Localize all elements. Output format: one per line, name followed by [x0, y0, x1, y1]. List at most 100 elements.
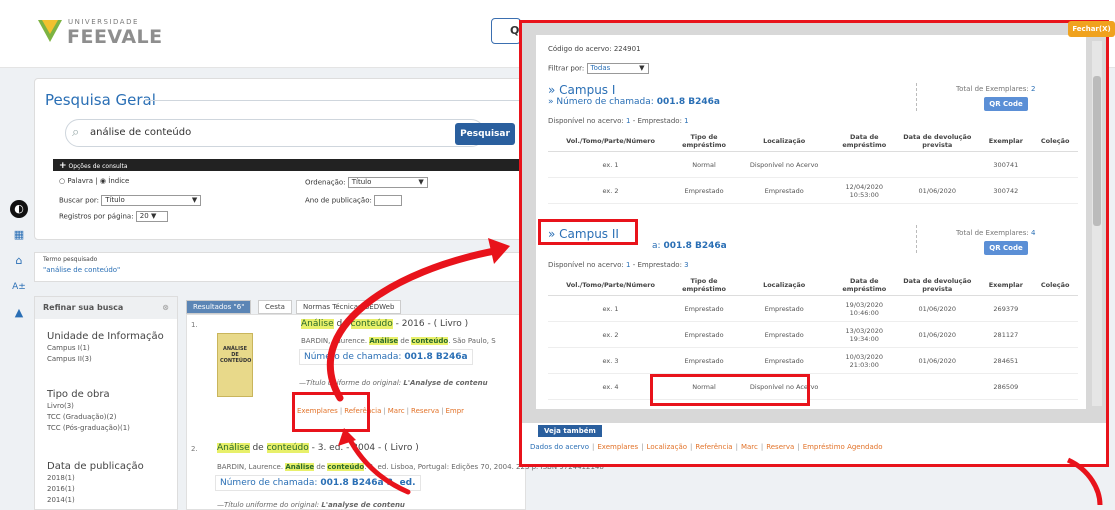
filter-select[interactable]: Todas ▼: [586, 63, 649, 74]
year-input[interactable]: [374, 195, 403, 206]
facet-item[interactable]: 2016(1): [47, 485, 144, 493]
order-select[interactable]: Título ▼: [347, 177, 428, 188]
home-icon[interactable]: ⌂: [10, 252, 28, 270]
cell: 12/04/2020 10:53:00: [833, 177, 896, 204]
result-title[interactable]: Análise de conteúdo - 3. ed. - 2004 - ( …: [217, 443, 419, 453]
cell: 01/06/2020: [895, 177, 980, 204]
font-size-icon[interactable]: A±: [10, 278, 28, 296]
qr-code-button[interactable]: QR Code: [984, 97, 1028, 111]
cell: ex. 2: [548, 321, 674, 348]
link-dados-acervo[interactable]: Dados do acervo: [530, 443, 589, 451]
search-by-row: Buscar por: Título ▼: [59, 195, 202, 206]
page-title: Pesquisa Geral: [45, 91, 156, 109]
back-to-top-icon[interactable]: ▲: [10, 304, 28, 322]
cell: [895, 373, 980, 400]
cell: 10/03/2020 21:03:00: [833, 347, 896, 374]
link-marc[interactable]: Marc: [741, 443, 758, 451]
facet-item[interactable]: TCC (Pós-graduação)(1): [47, 424, 130, 432]
title-highlight: conteúdo: [350, 319, 393, 329]
title-text: de: [333, 319, 351, 329]
tab-cesta[interactable]: Cesta: [258, 300, 292, 314]
exemplares-table-1: Vol./Tomo/Parte/Número Tipo de empréstim…: [548, 131, 1078, 204]
refine-title: Refinar sua busca: [43, 303, 124, 312]
campus-card-2: » Campus II a: 001.8 B246a Total de Exem…: [536, 221, 1086, 409]
per-page-value: 20: [139, 212, 149, 220]
close-icon[interactable]: ⊗: [162, 303, 169, 312]
title-divider: [145, 100, 525, 101]
loaned-value: 1: [684, 117, 689, 125]
facet-title: Unidade de Informação: [47, 331, 164, 342]
per-page-label: Registros por página:: [59, 212, 134, 221]
radio-index[interactable]: ◉: [100, 177, 106, 185]
search-by-select[interactable]: Título ▼: [101, 195, 202, 206]
scrollbar-thumb[interactable]: [1093, 76, 1101, 226]
link-marc[interactable]: Marc: [388, 407, 405, 415]
title-highlight: Análise: [301, 319, 334, 329]
cover-text: ANÁLISE DE CONTEÚDO: [220, 346, 252, 364]
call-value: 001.8 B246a: [656, 97, 721, 107]
plus-icon: +: [59, 161, 67, 171]
title-text: - 3. ed. - 2004 - ( Livro ): [308, 443, 419, 453]
facet-item[interactable]: Livro(3): [47, 402, 130, 410]
col-header: Coleção: [1032, 131, 1078, 152]
cell: ex. 1: [548, 151, 674, 178]
close-modal-button[interactable]: Fechar(X): [1068, 21, 1115, 37]
feevale-logo[interactable]: UNIVERSIDADE FEEVALE: [38, 16, 162, 50]
total-label: Total de Exemplares:: [956, 85, 1029, 93]
call-value: 001.8 B246a: [663, 241, 727, 251]
avail-value: 1: [626, 117, 631, 125]
col-header: Tipo de empréstimo: [673, 275, 736, 296]
search-input[interactable]: ⌕ análise de conteúdo: [65, 119, 485, 147]
veja-tambem-bar: Veja também Dados do acervo | Exemplares | L…: [522, 423, 1106, 464]
search-options-bar[interactable]: + Opções de consulta: [53, 159, 523, 171]
title-highlight: Análise: [217, 443, 250, 453]
col-header: Exemplar: [979, 131, 1033, 152]
link-exemplares[interactable]: Exemplares: [597, 443, 638, 451]
result-title[interactable]: Análise de conteúdo - 2016 - ( Livro ): [301, 319, 468, 329]
col-header: Vol./Tomo/Parte/Número: [548, 131, 674, 152]
book-cover[interactable]: ANÁLISE DE CONTEÚDO: [217, 333, 253, 397]
link-reserva[interactable]: Reserva: [411, 407, 439, 415]
library-icon[interactable]: ▦: [10, 226, 28, 244]
search-by-value: Título: [105, 196, 125, 204]
contrast-icon[interactable]: ◐: [10, 200, 28, 218]
title-highlight: conteúdo: [266, 443, 309, 453]
qr-code-button[interactable]: QR Code: [984, 241, 1028, 255]
cell: [833, 151, 896, 178]
uniform-label: Título uniforme do original:: [224, 501, 320, 509]
cell: Emprestado: [735, 295, 834, 322]
link-emprestimo[interactable]: Empr: [446, 407, 465, 415]
facet-item[interactable]: Campus II(3): [47, 355, 164, 363]
table-row: ex. 1 Normal Disponível no Acervo 300741: [548, 151, 1078, 178]
tab-results[interactable]: Resultados "6": [186, 300, 252, 314]
facet-item[interactable]: 2014(1): [47, 496, 144, 504]
facet-item[interactable]: TCC (Graduação)(2): [47, 413, 130, 421]
cell: [1032, 151, 1078, 178]
header-search-button[interactable]: Q: [491, 18, 521, 44]
filter-label: Filtrar por:: [548, 64, 585, 73]
cell: Emprestado: [673, 295, 736, 322]
modal-scrollbar[interactable]: [1092, 41, 1102, 406]
availability: Disponível no acervo: 1 - Emprestado: 1: [548, 117, 689, 125]
facet-unidade: Unidade de Informação Campus I(1) Campus…: [47, 331, 164, 363]
call-label: Número de chamada:: [304, 352, 402, 362]
radio-word[interactable]: ○: [59, 177, 65, 185]
link-emprestimo-agendado[interactable]: Empréstimo Agendado: [803, 443, 883, 451]
acervo-code-value: 224901: [613, 45, 641, 53]
search-panel: Pesquisa Geral ⌕ análise de conteúdo Pes…: [34, 78, 529, 240]
campus-name[interactable]: » Campus I: [548, 83, 615, 97]
facet-item[interactable]: 2018(1): [47, 474, 144, 482]
link-localizacao[interactable]: Localização: [647, 443, 687, 451]
search-submit-button[interactable]: Pesquisar: [455, 123, 515, 145]
cell: [1032, 177, 1078, 204]
searched-term: Termo pesquisado "análise de conteúdo": [34, 252, 529, 282]
loaned-label: - Emprestado:: [632, 261, 682, 269]
per-page-select[interactable]: 20 ▼: [135, 211, 168, 222]
radio-word-label: Palavra: [67, 177, 94, 185]
facet-item[interactable]: Campus I(1): [47, 344, 164, 352]
link-reserva[interactable]: Reserva: [766, 443, 794, 451]
facet-data: Data de publicação 2018(1) 2016(1) 2014(…: [47, 461, 144, 504]
total-exemplares: Total de Exemplares: 2: [956, 85, 1035, 93]
link-referencia[interactable]: Referência: [695, 443, 732, 451]
tab-normas[interactable]: Normas Técnicas GEDWeb: [296, 300, 402, 314]
